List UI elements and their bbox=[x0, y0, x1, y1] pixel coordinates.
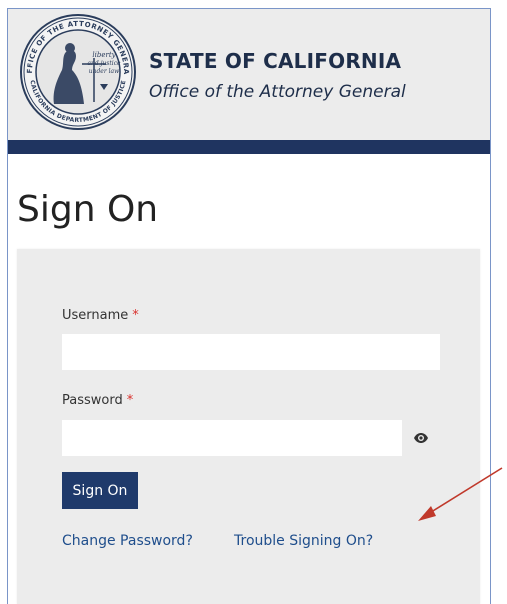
svg-text:and justice: and justice bbox=[87, 60, 121, 67]
password-input[interactable] bbox=[62, 420, 402, 456]
username-label: Username * bbox=[62, 308, 139, 323]
change-password-link[interactable]: Change Password? bbox=[62, 533, 193, 549]
trouble-signing-on-link[interactable]: Trouble Signing On? bbox=[234, 533, 373, 549]
state-seal-logo: OFFICE OF THE ATTORNEY GENERAL CALIFORNI… bbox=[18, 12, 136, 130]
org-subtitle: Office of the Attorney General bbox=[149, 82, 406, 102]
eye-icon[interactable] bbox=[413, 432, 429, 444]
svg-text:under law: under law bbox=[89, 68, 120, 75]
page-title: Sign On bbox=[17, 189, 159, 230]
svg-text:liberty: liberty bbox=[92, 51, 116, 59]
required-marker: * bbox=[132, 308, 139, 323]
username-label-text: Username bbox=[62, 308, 129, 323]
password-label-text: Password bbox=[62, 393, 123, 408]
required-marker: * bbox=[126, 393, 134, 408]
header-accent-bar bbox=[8, 140, 490, 154]
sign-on-button[interactable]: Sign On bbox=[62, 472, 138, 509]
password-label: Password * bbox=[62, 393, 133, 408]
page-frame: OFFICE OF THE ATTORNEY GENERAL CALIFORNI… bbox=[7, 8, 491, 604]
site-header: OFFICE OF THE ATTORNEY GENERAL CALIFORNI… bbox=[8, 9, 490, 140]
org-title: STATE OF CALIFORNIA bbox=[149, 49, 402, 73]
sign-on-form-panel: Username * Password * Sign On Change Passw… bbox=[17, 249, 480, 604]
username-input[interactable] bbox=[62, 334, 440, 370]
